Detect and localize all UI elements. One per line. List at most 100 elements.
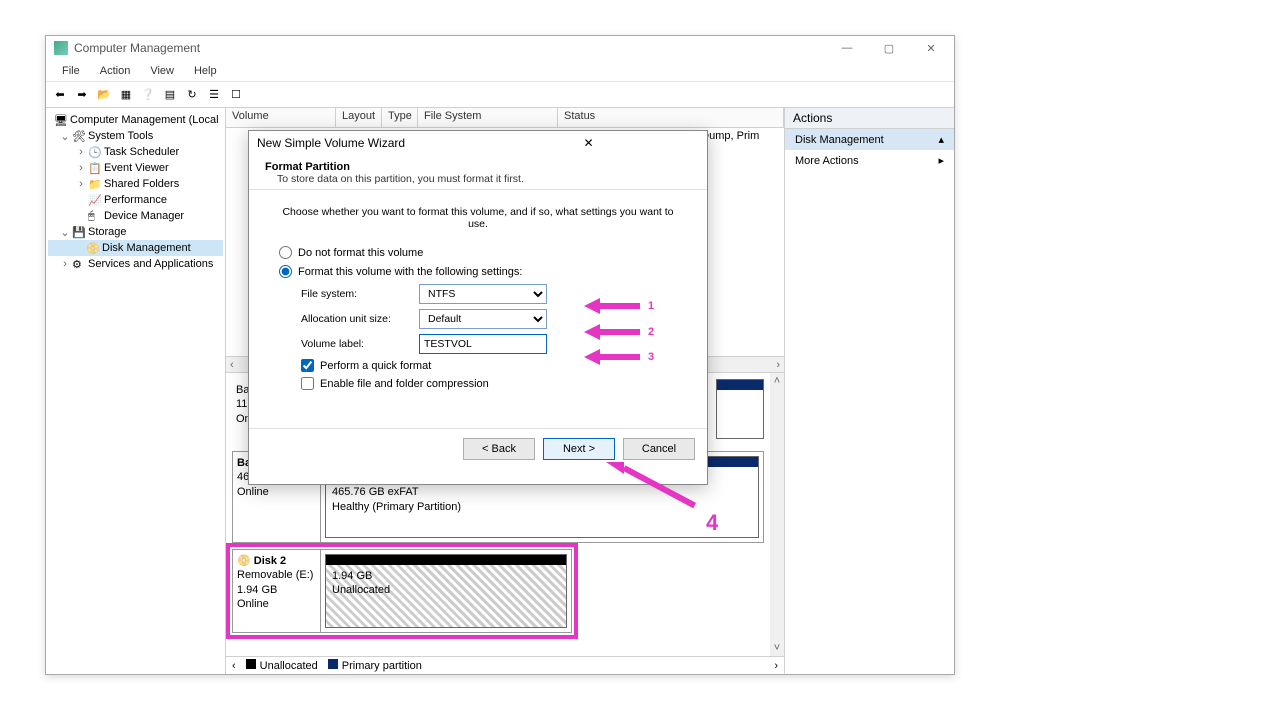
hscroll-left[interactable]: ‹ — [232, 660, 236, 672]
cancel-button[interactable]: Cancel — [623, 438, 695, 460]
tree-root[interactable]: Computer Management (Local — [70, 114, 219, 126]
au-select[interactable]: Default — [419, 309, 547, 329]
annotation-arrow-1: 1 — [584, 298, 654, 314]
close-button[interactable]: ✕ — [916, 39, 946, 57]
radio-format-label[interactable]: Format this volume with the following se… — [298, 266, 522, 278]
chk-quick-format-label[interactable]: Perform a quick format — [320, 360, 431, 372]
back-icon[interactable]: ⬅ — [50, 85, 70, 105]
radio-no-format-label[interactable]: Do not format this volume — [298, 247, 423, 259]
chevron-up-icon[interactable]: ˄ — [774, 375, 780, 387]
menu-view[interactable]: View — [140, 63, 184, 79]
show-hide-icon[interactable]: ▦ — [116, 85, 136, 105]
vl-input[interactable] — [419, 334, 547, 354]
chevron-left-icon[interactable]: ‹ — [230, 359, 234, 371]
forward-icon[interactable]: ➡ — [72, 85, 92, 105]
annotation-arrow-3: 3 — [584, 349, 654, 365]
vscroll[interactable]: ˄˅ — [770, 373, 784, 656]
chevron-down-icon[interactable]: ˅ — [774, 642, 780, 654]
chevron-right-icon[interactable]: › — [776, 359, 780, 371]
vol-size: 1.94 GB — [332, 569, 560, 583]
actions-pane: Actions Disk Management▴ More Actions▸ — [784, 108, 954, 674]
vol-size: 465.76 GB exFAT — [332, 485, 752, 499]
fs-label: File system: — [301, 288, 411, 300]
chk-quick-format[interactable] — [301, 359, 314, 372]
menu-file[interactable]: File — [52, 63, 90, 79]
au-label: Allocation unit size: — [301, 313, 411, 325]
volume-cap — [326, 555, 566, 565]
properties-icon[interactable]: ▤ — [160, 85, 180, 105]
annotation-arrow-4 — [606, 462, 704, 474]
menu-help[interactable]: Help — [184, 63, 227, 79]
back-button[interactable]: < Back — [463, 438, 535, 460]
toolbar: ⬅ ➡ 📂 ▦ ❔ ▤ ↻ ☰ ☐ — [46, 82, 954, 108]
col-status[interactable]: Status — [558, 108, 784, 127]
disk2-info: 📀 Disk 2 Removable (E:) 1.94 GB Online — [233, 550, 321, 632]
menubar: File Action View Help — [46, 60, 954, 82]
menu-action[interactable]: Action — [90, 63, 141, 79]
computer-icon: 🖥 — [54, 114, 68, 127]
disk2-volume[interactable]: 1.94 GB Unallocated — [325, 554, 567, 628]
collapse-icon[interactable]: ⌄ — [60, 226, 70, 239]
dialog-heading: Format Partition — [265, 161, 350, 173]
tree-device[interactable]: Device Manager — [104, 210, 184, 222]
expand-icon[interactable]: › — [76, 178, 86, 190]
fs-select[interactable]: NTFS — [419, 284, 547, 304]
swatch-unallocated — [246, 659, 256, 669]
tree-diskmgmt[interactable]: Disk Management — [102, 242, 191, 254]
collapse-icon[interactable]: ⌄ — [60, 130, 70, 143]
storage-icon: 💾 — [72, 226, 86, 239]
tree-task[interactable]: Task Scheduler — [104, 146, 179, 158]
col-type[interactable]: Type — [382, 108, 418, 127]
swatch-primary — [328, 659, 338, 669]
tree-perf[interactable]: Performance — [104, 194, 167, 206]
disk-icon: 📀 — [86, 242, 100, 255]
annotation-label-4: 4 — [706, 510, 718, 536]
event-icon: 📋 — [88, 162, 102, 175]
vol-status: Unallocated — [332, 583, 560, 597]
dialog-title: New Simple Volume Wizard — [257, 136, 478, 150]
tree-services[interactable]: Services and Applications — [88, 258, 213, 270]
up-icon[interactable]: 📂 — [94, 85, 114, 105]
tree-system[interactable]: System Tools — [88, 130, 153, 142]
radio-no-format[interactable] — [279, 246, 292, 259]
app-icon — [54, 41, 68, 55]
detail-icon[interactable]: ☐ — [226, 85, 246, 105]
hscroll-right[interactable]: › — [774, 660, 778, 672]
dialog-subtitle: To store data on this partition, you mus… — [265, 173, 691, 185]
col-fs[interactable]: File System — [418, 108, 558, 127]
col-layout[interactable]: Layout — [336, 108, 382, 127]
services-icon: ⚙ — [72, 258, 86, 271]
actions-header: Actions — [785, 108, 954, 129]
vl-label: Volume label: — [301, 338, 411, 350]
tree-shared[interactable]: Shared Folders — [104, 178, 179, 190]
expand-icon[interactable]: › — [76, 162, 86, 174]
perf-icon: 📈 — [88, 194, 102, 207]
folder-icon: 📁 — [88, 178, 102, 191]
nav-tree: 🖥Computer Management (Local ⌄🛠System Too… — [46, 108, 226, 674]
radio-format[interactable] — [279, 265, 292, 278]
next-button[interactable]: Next > — [543, 438, 615, 460]
chevron-up-icon: ▴ — [938, 133, 944, 146]
titlebar: Computer Management — ▢ ✕ — [46, 36, 954, 60]
minimize-button[interactable]: — — [832, 39, 862, 57]
help-icon[interactable]: ❔ — [138, 85, 158, 105]
maximize-button[interactable]: ▢ — [874, 39, 904, 57]
col-volume[interactable]: Volume — [226, 108, 336, 127]
tree-storage[interactable]: Storage — [88, 226, 127, 238]
chk-compression[interactable] — [301, 377, 314, 390]
refresh-icon[interactable]: ↻ — [182, 85, 202, 105]
disk2-row[interactable]: 📀 Disk 2 Removable (E:) 1.94 GB Online 1… — [232, 549, 572, 633]
volume-list-header: Volume Layout Type File System Status — [226, 108, 784, 128]
actions-more[interactable]: More Actions▸ — [785, 150, 954, 171]
tools-icon: 🛠 — [72, 130, 86, 143]
list-icon[interactable]: ☰ — [204, 85, 224, 105]
expand-icon[interactable]: › — [76, 146, 86, 158]
chk-compression-label[interactable]: Enable file and folder compression — [320, 378, 489, 390]
actions-diskmgmt[interactable]: Disk Management▴ — [785, 129, 954, 150]
chevron-right-icon: ▸ — [938, 154, 944, 167]
expand-icon[interactable]: › — [60, 258, 70, 270]
legend: ‹ Unallocated Primary partition › — [226, 656, 784, 674]
close-icon[interactable]: ✕ — [478, 136, 699, 150]
device-icon: 🖱 — [88, 210, 102, 223]
tree-event[interactable]: Event Viewer — [104, 162, 169, 174]
